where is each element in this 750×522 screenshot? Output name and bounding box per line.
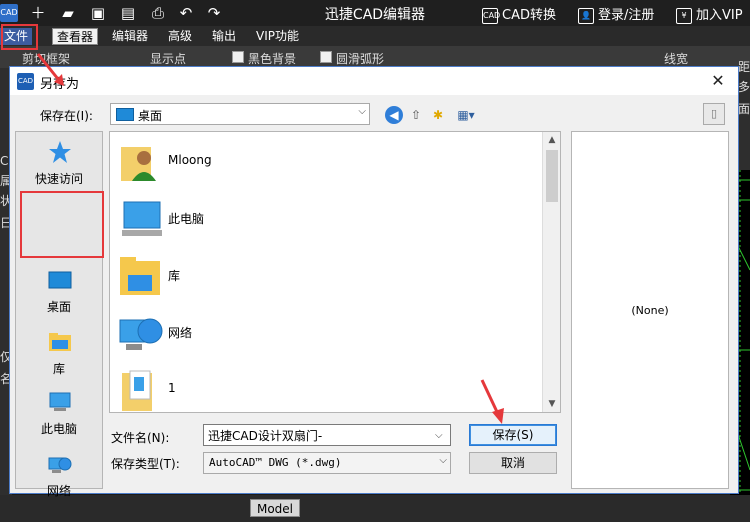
chevron-down-icon: ⌵: [439, 455, 447, 466]
user-folder-icon: [121, 147, 156, 181]
file-list-scrollbar[interactable]: ▲ ▼: [542, 132, 560, 412]
place-label: 库: [52, 362, 65, 376]
menu-editor[interactable]: 编辑器: [108, 28, 152, 45]
document-folder-icon: [122, 370, 152, 411]
desktop-highlight: [20, 191, 104, 258]
place-library[interactable]: 库: [16, 324, 102, 384]
up-folder-icon[interactable]: ⇧: [407, 106, 425, 124]
place-quick-access[interactable]: 快速访问: [16, 134, 102, 194]
filetype-select[interactable]: AutoCAD™ DWG (*.dwg) ⌵: [203, 452, 451, 474]
preview-toggle-icon[interactable]: ▯: [703, 103, 725, 125]
place-network[interactable]: 网络: [16, 446, 102, 506]
menu-advanced[interactable]: 高级: [164, 28, 196, 45]
file-list: Mloong 此电脑 库 网络 1 ▲ ▼: [109, 131, 561, 413]
computer-icon: [49, 392, 71, 411]
menubar: 文件 查看器 编辑器 高级 输出 VIP功能: [0, 26, 750, 46]
toolbar-black-bg[interactable]: 黑色背景: [248, 50, 296, 67]
list-item[interactable]: 网络: [110, 305, 542, 361]
file-menu-highlight: [1, 24, 38, 50]
back-arrow-icon[interactable]: ◀: [385, 106, 403, 124]
save-in-select[interactable]: 桌面 ⌵: [110, 103, 370, 125]
desktop-folder-icon: [116, 108, 134, 121]
list-item[interactable]: 此电脑: [110, 191, 542, 247]
layout-tabs-bar: Model: [0, 495, 750, 522]
preview-pane: (None): [571, 131, 729, 489]
dialog-title: 另存为: [40, 77, 80, 92]
strip-char: C: [0, 154, 9, 168]
chevron-down-icon[interactable]: ⌵: [435, 430, 443, 441]
close-icon[interactable]: ✕: [706, 70, 730, 92]
place-label: 此电脑: [40, 422, 77, 436]
menu-viewer[interactable]: 查看器: [52, 28, 99, 45]
view-menu-icon[interactable]: ▦▾: [453, 106, 479, 124]
list-item[interactable]: 1: [110, 362, 542, 412]
yen-icon: ¥: [676, 7, 692, 24]
file-name: 1: [168, 381, 176, 395]
strip-char: 距: [738, 60, 750, 74]
place-this-pc[interactable]: 此电脑: [16, 384, 102, 444]
chevron-down-icon[interactable]: ▼: [543, 396, 560, 412]
strip-char: 面: [738, 102, 750, 116]
library-icon: [49, 333, 71, 351]
library-icon: [120, 257, 160, 295]
toolbar: 剪切框架 显示点 黑色背景 圆滑弧形 线宽: [0, 46, 750, 68]
place-desktop[interactable]: 桌面: [16, 262, 102, 322]
cad-convert-button[interactable]: CAD CAD转换: [482, 4, 556, 24]
save-as-dialog: CAD 另存为 ✕ 保存在(I): 桌面 ⌵ ◀ ⇧ ✱ ▦▾ ▯ 快速访问 桌…: [9, 66, 739, 498]
dialog-app-icon: CAD: [17, 73, 34, 90]
place-label: 网络: [46, 484, 71, 498]
menu-vip[interactable]: VIP功能: [252, 28, 303, 45]
network-icon: [48, 457, 72, 473]
filetype-label: 保存类型(T):: [111, 457, 180, 471]
filetype-value: AutoCAD™ DWG (*.dwg): [209, 456, 342, 469]
list-item[interactable]: Mloong: [110, 134, 542, 190]
file-name: Mloong: [168, 153, 212, 167]
desktop-icon: [48, 271, 72, 289]
scrollbar-thumb[interactable]: [546, 150, 558, 202]
cancel-button[interactable]: 取消: [469, 452, 557, 474]
toolbar-clip-frame[interactable]: 剪切框架: [22, 50, 70, 67]
network-icon: [119, 318, 163, 350]
right-panel-strip: 距 多 面: [738, 60, 750, 173]
place-label: 桌面: [46, 300, 71, 314]
save-button[interactable]: 保存(S): [469, 424, 557, 446]
menu-output[interactable]: 输出: [208, 28, 240, 45]
toolbar-show-points[interactable]: 显示点: [150, 50, 186, 67]
toolbar-smooth-arc[interactable]: 圆滑弧形: [336, 50, 384, 67]
toolbar-line-width[interactable]: 线宽: [664, 50, 688, 67]
filename-label: 文件名(N):: [111, 431, 170, 445]
place-label: 快速访问: [34, 172, 83, 186]
tab-model[interactable]: Model: [250, 499, 300, 517]
star-icon: [49, 141, 71, 163]
strip-char: 多: [738, 80, 750, 94]
list-item[interactable]: 库: [110, 248, 542, 304]
save-in-label: 保存在(I):: [40, 109, 93, 123]
file-name: 此电脑: [168, 212, 205, 226]
smooth-arc-checkbox[interactable]: [320, 51, 332, 63]
places-bar: 快速访问 桌面 库 此电脑 网络: [15, 131, 103, 498]
filename-field[interactable]: [203, 424, 451, 446]
new-folder-icon[interactable]: ✱: [429, 106, 447, 124]
chevron-up-icon[interactable]: ▲: [543, 132, 560, 148]
save-in-value: 桌面: [138, 109, 163, 123]
chevron-down-icon: ⌵: [358, 106, 366, 117]
file-name: 网络: [168, 326, 193, 340]
cad-convert-icon: CAD: [482, 7, 500, 24]
black-bg-checkbox[interactable]: [232, 51, 244, 63]
login-button[interactable]: 👤 登录/注册: [578, 4, 654, 24]
preview-text: (None): [631, 304, 669, 317]
join-vip-button[interactable]: ¥ 加入VIP: [676, 4, 743, 24]
user-icon: 👤: [578, 7, 594, 24]
app-titlebar: CAD ＋ ▰ ▣ ▤ ⎙ ↶ ↷ 迅捷CAD编辑器 CAD CAD转换 👤 登录/…: [0, 0, 750, 26]
computer-icon: [122, 201, 162, 236]
dialog-titlebar: CAD 另存为 ✕: [10, 67, 738, 95]
file-name: 库: [168, 269, 181, 283]
